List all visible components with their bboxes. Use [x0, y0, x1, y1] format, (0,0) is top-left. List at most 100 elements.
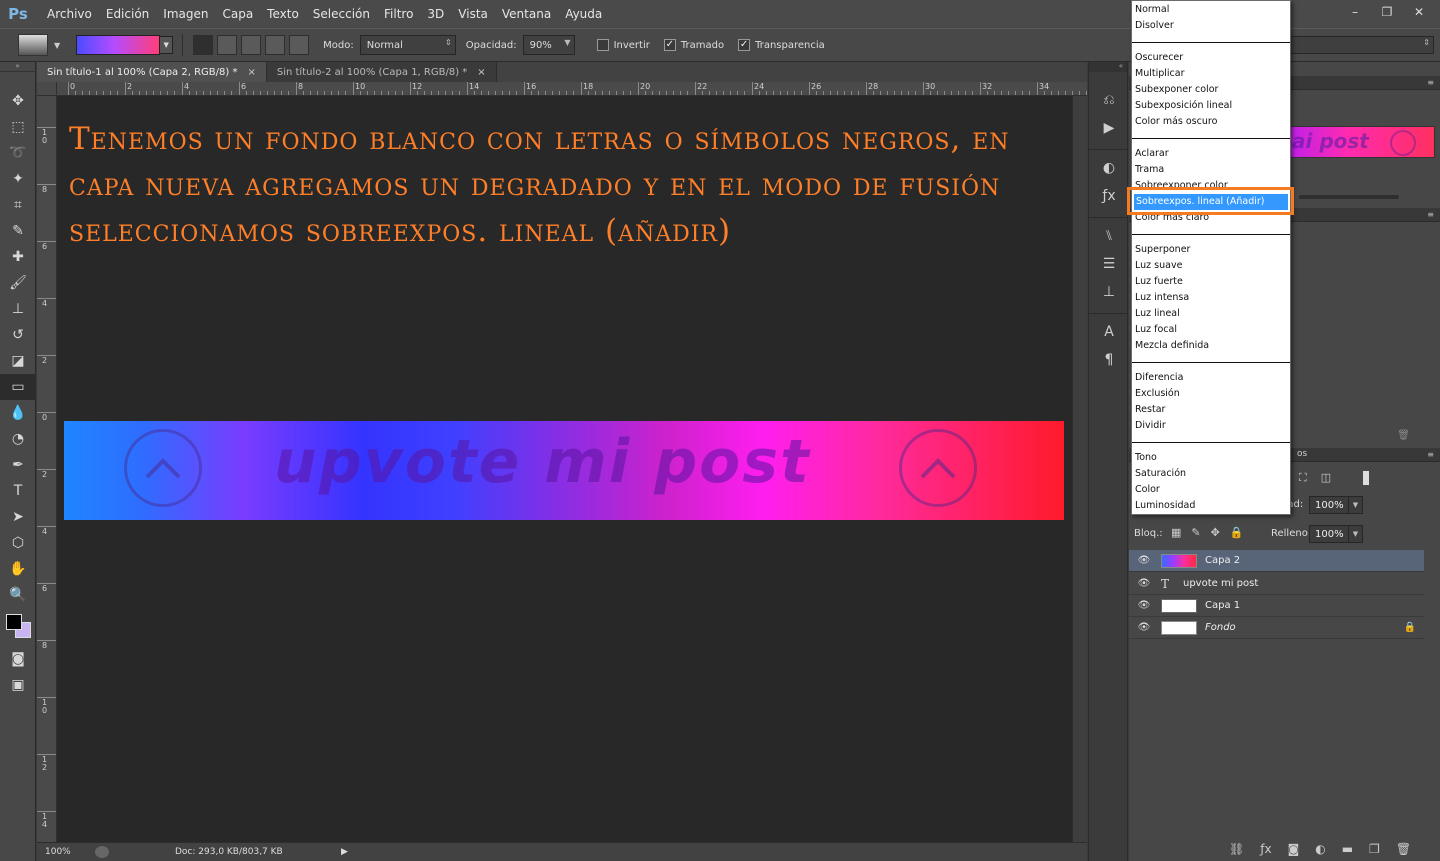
- hand-tool-icon[interactable]: ✋: [0, 556, 36, 582]
- blend-mode-option[interactable]: Color más oscuro: [1135, 115, 1217, 129]
- blend-mode-option[interactable]: Luz lineal: [1135, 307, 1180, 321]
- reflected-gradient-button[interactable]: [265, 35, 286, 55]
- trash-icon[interactable]: 🗑: [1397, 430, 1410, 441]
- layer-row-capa-2[interactable]: 👁 Capa 2: [1129, 550, 1424, 572]
- lock-transparency-icon[interactable]: ▦: [1171, 526, 1181, 539]
- menu-edicion[interactable]: Edición: [99, 0, 156, 28]
- blend-mode-option[interactable]: Saturación: [1135, 467, 1186, 481]
- close-icon[interactable]: ×: [247, 67, 255, 78]
- history-panel-icon[interactable]: ⎌: [1089, 86, 1129, 114]
- gradient-tool-icon[interactable]: ▭: [0, 374, 36, 400]
- diamond-gradient-button[interactable]: [289, 35, 310, 55]
- path-selection-tool-icon[interactable]: ➤: [0, 504, 36, 530]
- menu-filtro[interactable]: Filtro: [377, 0, 420, 28]
- transform-filter-icon[interactable]: ⛶: [1299, 471, 1307, 485]
- styles-panel-icon[interactable]: ƒx: [1089, 182, 1129, 210]
- menu-ventana[interactable]: Ventana: [495, 0, 558, 28]
- blend-mode-option[interactable]: Luz fuerte: [1135, 275, 1183, 289]
- lock-pixels-icon[interactable]: ✎: [1191, 526, 1200, 539]
- workspace-select[interactable]: ⇕: [1284, 36, 1434, 54]
- brush-tool-icon[interactable]: 🖌: [0, 270, 36, 296]
- angle-gradient-button[interactable]: [241, 35, 262, 55]
- collapse-icon[interactable]: »: [0, 62, 35, 72]
- blend-mode-option[interactable]: Luz intensa: [1135, 291, 1189, 305]
- menu-capa[interactable]: Capa: [215, 0, 260, 28]
- blend-mode-option[interactable]: Luminosidad: [1135, 499, 1195, 513]
- minimize-button[interactable]: –: [1342, 2, 1368, 22]
- panel-menu-icon[interactable]: ≡: [1427, 78, 1434, 87]
- clone-stamp-tool-icon[interactable]: ⊥: [0, 296, 36, 322]
- close-window-button[interactable]: ✕: [1406, 2, 1432, 22]
- zoom-tool-icon[interactable]: 🔍: [0, 582, 36, 608]
- lock-all-icon[interactable]: 🔒: [1230, 526, 1244, 539]
- folder-icon[interactable]: ▬: [1342, 842, 1353, 856]
- blend-mode-option[interactable]: Superponer: [1135, 243, 1190, 257]
- panel-menu-icon[interactable]: ≡: [1427, 210, 1434, 219]
- shape-tool-icon[interactable]: ⬡: [0, 530, 36, 556]
- history-brush-tool-icon[interactable]: ↺: [0, 322, 36, 348]
- chevron-down-icon[interactable]: ▼: [54, 41, 60, 50]
- opacity-input[interactable]: 90% ▼: [522, 35, 575, 55]
- smart-object-filter-icon[interactable]: ◫: [1321, 471, 1331, 485]
- document-canvas[interactable]: Tenemos un fondo blanco con letras o sím…: [57, 96, 1087, 842]
- layers-tab-label[interactable]: os: [1297, 449, 1307, 459]
- filter-toggle[interactable]: [1363, 471, 1370, 485]
- blend-mode-option[interactable]: Tono: [1135, 451, 1157, 465]
- blend-mode-option[interactable]: Disolver: [1135, 19, 1174, 33]
- blend-mode-option[interactable]: Mezcla definida: [1135, 339, 1209, 353]
- invert-checkbox[interactable]: Invertir: [596, 39, 650, 51]
- blend-mode-option[interactable]: Luz suave: [1135, 259, 1182, 273]
- eraser-tool-icon[interactable]: ◪: [0, 348, 36, 374]
- menu-seleccion[interactable]: Selección: [306, 0, 377, 28]
- clone-source-icon[interactable]: ⊥: [1089, 278, 1129, 306]
- dither-checkbox[interactable]: ✓ Tramado: [663, 39, 724, 51]
- menu-archivo[interactable]: Archivo: [40, 0, 99, 28]
- magic-wand-tool-icon[interactable]: ✦: [0, 166, 36, 192]
- menu-3d[interactable]: 3D: [420, 0, 451, 28]
- marquee-tool-icon[interactable]: ⬚: [0, 114, 36, 140]
- share-icon[interactable]: [95, 846, 109, 858]
- menu-ayuda[interactable]: Ayuda: [558, 0, 609, 28]
- menu-vista[interactable]: Vista: [451, 0, 495, 28]
- tab-document-2[interactable]: Sin título-2 al 100% (Capa 1, RGB/8) * ×: [266, 62, 497, 82]
- checkmark-icon[interactable]: ✓: [663, 39, 676, 51]
- chevron-down-icon[interactable]: ▼: [1348, 497, 1362, 513]
- tool-preset-picker[interactable]: [18, 34, 48, 56]
- fill-input[interactable]: 100% ▼: [1309, 525, 1363, 543]
- screen-mode-icon[interactable]: ▣: [0, 672, 36, 698]
- lasso-tool-icon[interactable]: ➰: [0, 140, 36, 166]
- blend-mode-option[interactable]: Trama: [1135, 163, 1164, 177]
- blend-mode-option[interactable]: Diferencia: [1135, 371, 1183, 385]
- blend-mode-option[interactable]: Multiplicar: [1135, 67, 1184, 81]
- chevron-down-icon[interactable]: ▼: [159, 36, 174, 54]
- vertical-scrollbar[interactable]: [1072, 96, 1087, 842]
- menu-texto[interactable]: Texto: [260, 0, 306, 28]
- linear-gradient-button[interactable]: [193, 35, 214, 55]
- menu-imagen[interactable]: Imagen: [156, 0, 215, 28]
- fx-icon[interactable]: ƒx: [1260, 842, 1271, 856]
- move-tool-icon[interactable]: ✥: [0, 88, 36, 114]
- crop-tool-icon[interactable]: ⌗: [0, 192, 36, 218]
- new-layer-icon[interactable]: ❐: [1369, 842, 1380, 856]
- link-icon[interactable]: ⛓: [1229, 842, 1244, 856]
- mode-select[interactable]: Normal ⇕: [359, 35, 456, 55]
- blend-mode-option[interactable]: Restar: [1135, 403, 1165, 417]
- transparency-checkbox[interactable]: ✓ Transparencia: [738, 39, 825, 51]
- panel-menu-icon[interactable]: ≡: [1427, 450, 1434, 459]
- lock-position-icon[interactable]: ✥: [1211, 526, 1220, 539]
- blend-mode-option[interactable]: Normal: [1135, 3, 1169, 17]
- blend-mode-option[interactable]: Aclarar: [1135, 147, 1169, 161]
- adjustments-panel-icon[interactable]: ◐: [1089, 154, 1129, 182]
- layer-row-text[interactable]: 👁 T upvote mi post: [1129, 573, 1424, 595]
- eye-icon[interactable]: 👁: [1137, 578, 1151, 589]
- healing-brush-tool-icon[interactable]: ✚: [0, 244, 36, 270]
- layer-row-capa-1[interactable]: 👁 Capa 1: [1129, 595, 1424, 617]
- layer-opacity-input[interactable]: 100% ▼: [1309, 496, 1363, 514]
- eye-icon[interactable]: 👁: [1137, 600, 1151, 611]
- blend-mode-option[interactable]: Dividir: [1135, 419, 1166, 433]
- checkbox-unchecked-icon[interactable]: [596, 39, 609, 51]
- close-icon[interactable]: ×: [477, 67, 485, 78]
- blend-mode-option[interactable]: Subexponer color: [1135, 83, 1218, 97]
- pen-tool-icon[interactable]: ✒: [0, 452, 36, 478]
- type-tool-icon[interactable]: T: [0, 478, 36, 504]
